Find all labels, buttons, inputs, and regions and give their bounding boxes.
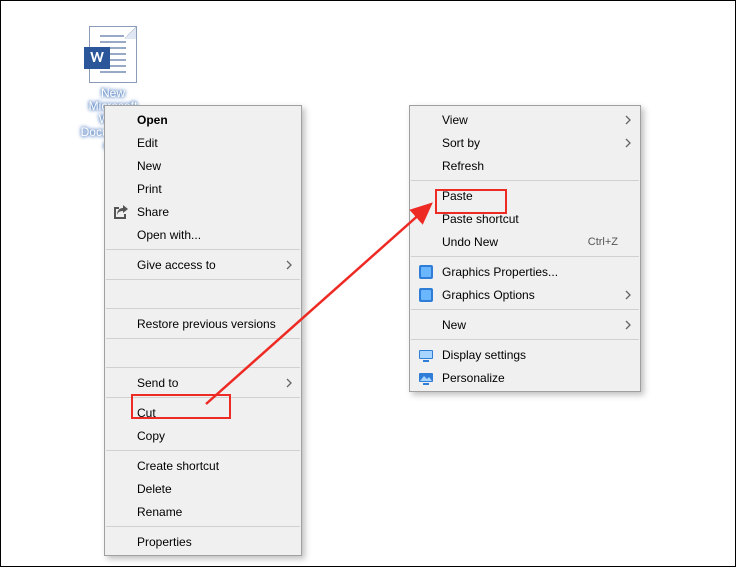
- menu-item-personalize[interactable]: Personalize: [410, 366, 640, 389]
- word-app-badge: W: [84, 47, 110, 69]
- menu-item-label: Refresh: [442, 159, 640, 173]
- menu-item-label: Give access to: [137, 258, 301, 272]
- menu-separator: [106, 338, 300, 339]
- menu-item-edit[interactable]: Edit: [105, 131, 301, 154]
- menu-item-paste-shortcut[interactable]: Paste shortcut: [410, 207, 640, 230]
- personalize-icon: [410, 370, 442, 386]
- menu-item-rename[interactable]: Rename: [105, 500, 301, 523]
- menu-item-send-to[interactable]: Send to: [105, 371, 301, 394]
- menu-blank-row: [105, 283, 301, 305]
- menu-item-label: Graphics Options: [442, 288, 640, 302]
- chevron-right-icon: [285, 260, 293, 270]
- share-icon: [105, 204, 137, 220]
- menu-separator: [106, 308, 300, 309]
- menu-item-label: Open: [137, 113, 301, 127]
- menu-item-label: Create shortcut: [137, 459, 301, 473]
- menu-item-label: Cut: [137, 406, 301, 420]
- menu-separator: [106, 249, 300, 250]
- menu-item-label: Graphics Properties...: [442, 265, 640, 279]
- menu-item-label: Send to: [137, 376, 301, 390]
- menu-item-restore-previous-versions[interactable]: Restore previous versions: [105, 312, 301, 335]
- menu-item-create-shortcut[interactable]: Create shortcut: [105, 454, 301, 477]
- chevron-right-icon: [624, 138, 632, 148]
- chevron-right-icon: [624, 290, 632, 300]
- menu-item-label: Share: [137, 205, 301, 219]
- menu-item-give-access-to[interactable]: Give access to: [105, 253, 301, 276]
- document-icon: W: [89, 26, 137, 83]
- display-settings-icon: [410, 347, 442, 363]
- menu-item-new[interactable]: New: [105, 154, 301, 177]
- menu-separator: [106, 367, 300, 368]
- menu-blank-row: [105, 342, 301, 364]
- menu-item-properties[interactable]: Properties: [105, 530, 301, 553]
- menu-item-refresh[interactable]: Refresh: [410, 154, 640, 177]
- menu-item-label: Properties: [137, 535, 301, 549]
- menu-item-label: Paste shortcut: [442, 212, 640, 226]
- chevron-right-icon: [624, 320, 632, 330]
- menu-separator: [411, 339, 639, 340]
- menu-item-graphics-options[interactable]: Graphics Options: [410, 283, 640, 306]
- menu-shortcut: Ctrl+Z: [588, 236, 640, 248]
- menu-separator: [411, 256, 639, 257]
- menu-item-label: Edit: [137, 136, 301, 150]
- menu-item-label: Print: [137, 182, 301, 196]
- menu-separator: [411, 309, 639, 310]
- desktop-context-menu: View Sort by Refresh Paste Paste shortcu…: [409, 105, 641, 392]
- menu-item-label: Copy: [137, 429, 301, 443]
- chevron-right-icon: [624, 115, 632, 125]
- menu-separator: [106, 279, 300, 280]
- menu-item-new[interactable]: New: [410, 313, 640, 336]
- menu-item-paste[interactable]: Paste: [410, 184, 640, 207]
- graphics-options-icon: [410, 287, 442, 303]
- menu-separator: [106, 526, 300, 527]
- menu-item-delete[interactable]: Delete: [105, 477, 301, 500]
- menu-item-view[interactable]: View: [410, 108, 640, 131]
- menu-item-label: Open with...: [137, 228, 301, 242]
- menu-item-label: Undo New: [442, 235, 588, 249]
- menu-item-open-with[interactable]: Open with...: [105, 223, 301, 246]
- menu-item-label: View: [442, 113, 640, 127]
- menu-item-label: Paste: [442, 189, 640, 203]
- menu-separator: [411, 180, 639, 181]
- menu-item-graphics-properties[interactable]: Graphics Properties...: [410, 260, 640, 283]
- menu-item-display-settings[interactable]: Display settings: [410, 343, 640, 366]
- menu-item-copy[interactable]: Copy: [105, 424, 301, 447]
- menu-item-label: Rename: [137, 505, 301, 519]
- menu-item-label: New: [442, 318, 640, 332]
- menu-separator: [106, 397, 300, 398]
- menu-item-label: Delete: [137, 482, 301, 496]
- chevron-right-icon: [285, 378, 293, 388]
- menu-item-share[interactable]: Share: [105, 200, 301, 223]
- file-context-menu: Open Edit New Print Share Open with... G…: [104, 105, 302, 556]
- graphics-properties-icon: [410, 264, 442, 280]
- menu-item-cut[interactable]: Cut: [105, 401, 301, 424]
- menu-item-label: Sort by: [442, 136, 640, 150]
- menu-item-undo-new[interactable]: Undo New Ctrl+Z: [410, 230, 640, 253]
- menu-item-label: Personalize: [442, 371, 640, 385]
- menu-item-label: Restore previous versions: [137, 317, 301, 331]
- menu-separator: [106, 450, 300, 451]
- menu-item-label: New: [137, 159, 301, 173]
- menu-item-label: Display settings: [442, 348, 640, 362]
- menu-item-sort-by[interactable]: Sort by: [410, 131, 640, 154]
- menu-item-print[interactable]: Print: [105, 177, 301, 200]
- menu-item-open[interactable]: Open: [105, 108, 301, 131]
